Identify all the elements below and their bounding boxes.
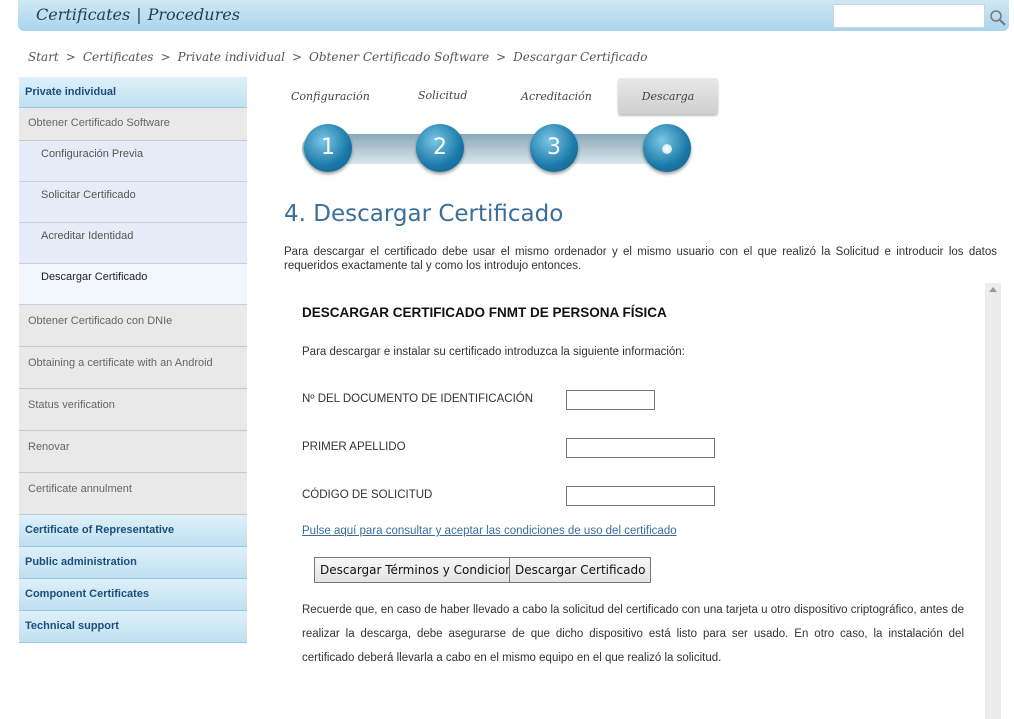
step-track xyxy=(302,134,687,164)
step-label-acreditacion: Acreditación xyxy=(521,90,592,103)
sidebar-section-public-admin[interactable]: Public administration xyxy=(19,547,247,579)
breadcrumb-separator: > xyxy=(291,50,303,64)
breadcrumb-separator: > xyxy=(160,50,171,64)
form-intro: Para descargar e instalar su certificado… xyxy=(302,346,685,358)
document-number-label: Nº DEL DOCUMENTO DE IDENTIFICACIÓN xyxy=(302,393,534,405)
breadcrumb: Start > Certificates > Private individual > Ob… xyxy=(28,50,648,64)
document-number-input[interactable] xyxy=(566,390,655,410)
sidebar-section-component[interactable]: Component Certificates xyxy=(19,579,247,611)
sidebar-section-support[interactable]: Technical support xyxy=(19,611,247,643)
breadcrumb-start[interactable]: Start xyxy=(28,50,59,64)
breadcrumb-separator: > xyxy=(65,50,76,64)
step-circle-current xyxy=(643,124,691,172)
page-intro: Para descargar el certificado debe usar … xyxy=(284,246,997,272)
request-code-label: CÓDIGO DE SOLICITUD xyxy=(302,489,433,501)
panel-scrollbar[interactable] xyxy=(985,283,1001,719)
breadcrumb-private-individual[interactable]: Private individual xyxy=(178,50,285,64)
sidebar-subitem-solicitar[interactable]: Solicitar Certificado xyxy=(19,182,247,223)
step-tab-active: Descarga xyxy=(618,78,718,114)
sidebar-item-status[interactable]: Status verification xyxy=(19,389,247,431)
sidebar-item-renovar[interactable]: Renovar xyxy=(19,431,247,473)
sidebar-subitem-configuracion[interactable]: Configuración Previa xyxy=(19,141,247,182)
step-progress: Descarga Configuración Solicitud Acredit… xyxy=(284,78,724,188)
step-label-descarga: Descarga xyxy=(641,90,695,103)
sidebar-section-representative[interactable]: Certificate of Representative xyxy=(19,515,247,547)
sidebar: Private individual Obtener Certificado S… xyxy=(19,77,247,643)
conditions-link[interactable]: Pulse aquí para consultar y aceptar las … xyxy=(302,525,677,537)
breadcrumb-current: Descargar Certificado xyxy=(513,50,648,64)
top-nav: Certificates | Procedures xyxy=(36,5,240,24)
form-note: Recuerde que, en caso de haber llevado a… xyxy=(302,604,964,664)
form-title: DESCARGAR CERTIFICADO FNMT DE PERSONA FÍ… xyxy=(302,305,667,320)
sidebar-item-dnie[interactable]: Obtener Certificado con DNIe xyxy=(19,305,247,347)
search-icon[interactable] xyxy=(989,9,1007,27)
breadcrumb-obtener-software[interactable]: Obtener Certificado Software xyxy=(309,50,489,64)
sidebar-heading-private-individual[interactable]: Private individual xyxy=(19,77,247,108)
surname-label: PRIMER APELLIDO xyxy=(302,441,406,453)
scroll-up-arrow-icon[interactable] xyxy=(989,287,997,292)
step-circle-2: 2 xyxy=(416,124,464,172)
top-bar: Certificates | Procedures xyxy=(18,0,1009,31)
breadcrumb-certificates[interactable]: Certificates xyxy=(83,50,154,64)
request-code-input[interactable] xyxy=(566,486,715,506)
sidebar-item-android[interactable]: Obtaining a certificate with an Android xyxy=(19,347,247,389)
nav-separator: | xyxy=(136,5,142,24)
step-circle-1: 1 xyxy=(304,124,352,172)
current-step-dot-icon xyxy=(662,144,672,154)
surname-input[interactable] xyxy=(566,438,715,458)
step-circle-3: 3 xyxy=(530,124,578,172)
sidebar-subitem-descargar[interactable]: Descargar Certificado xyxy=(19,264,247,305)
download-terms-button[interactable]: Descargar Términos y Condiciones xyxy=(314,557,533,583)
sidebar-item-annulment[interactable]: Certificate annulment xyxy=(19,473,247,515)
breadcrumb-separator: > xyxy=(496,50,507,64)
sidebar-subitem-acreditar[interactable]: Acreditar Identidad xyxy=(19,223,247,264)
download-certificate-button[interactable]: Descargar Certificado xyxy=(509,557,652,583)
sidebar-item-obtener-software[interactable]: Obtener Certificado Software xyxy=(19,108,247,141)
nav-certificates-link[interactable]: Certificates xyxy=(36,5,130,24)
search-input[interactable] xyxy=(833,4,985,28)
step-label-configuracion: Configuración xyxy=(291,90,370,103)
page-title: 4. Descargar Certificado xyxy=(284,201,564,227)
nav-procedures-link[interactable]: Procedures xyxy=(148,5,240,24)
step-label-solicitud: Solicitud xyxy=(418,89,468,102)
